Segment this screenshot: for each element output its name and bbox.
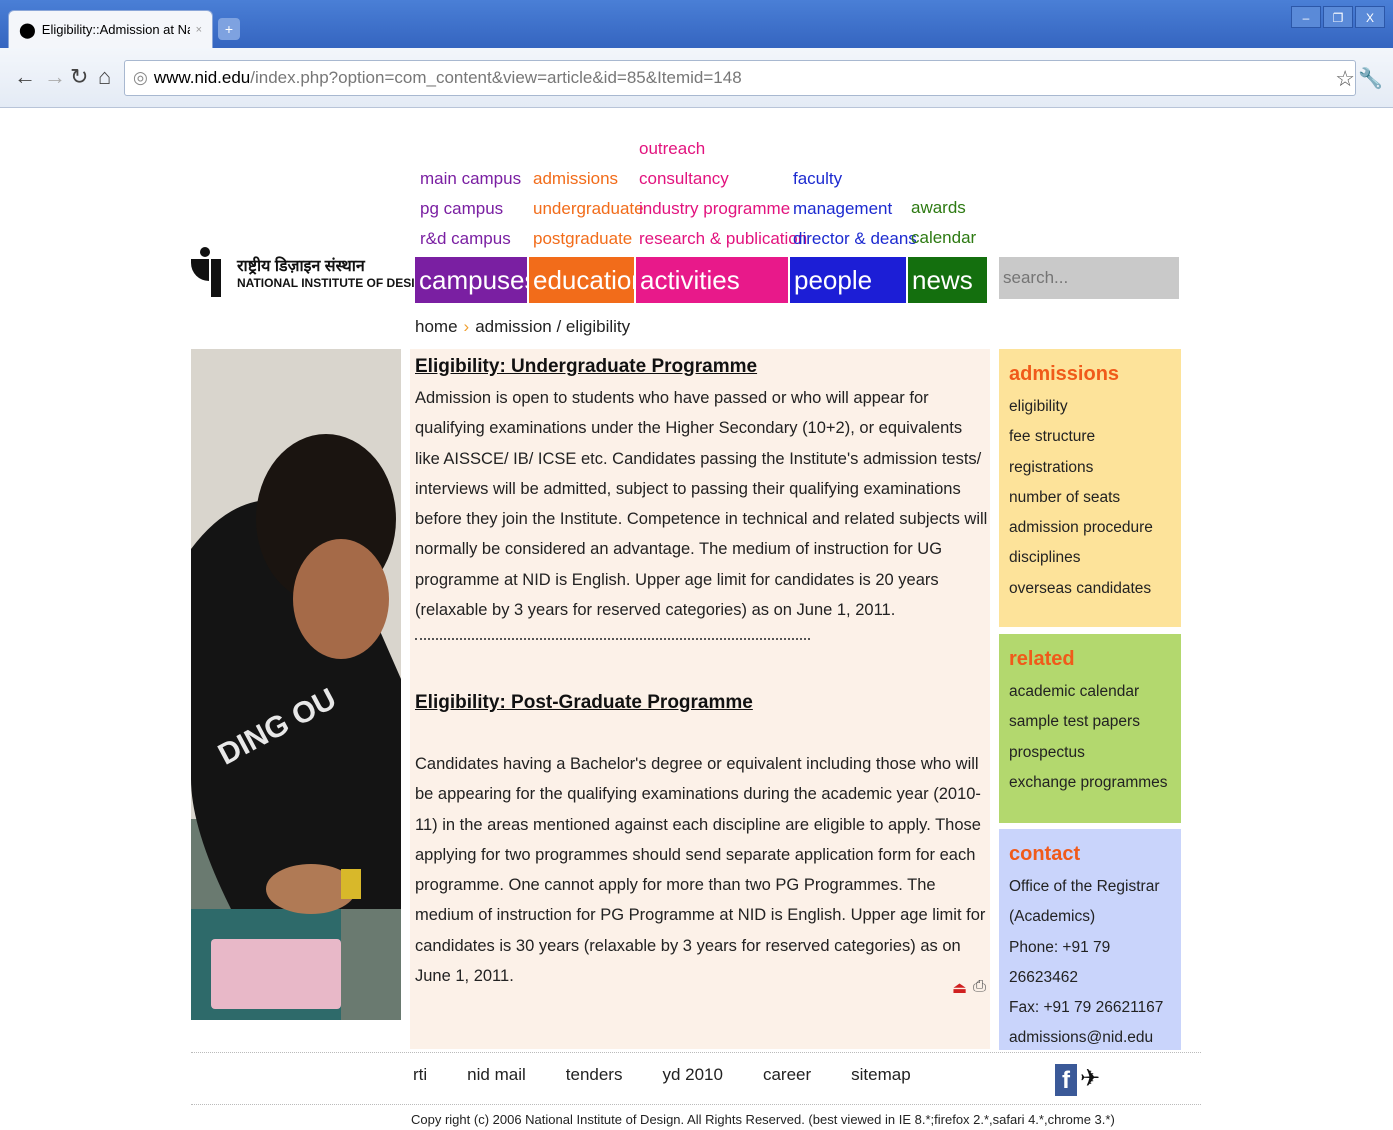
wrench-icon[interactable]: 🔧 [1358, 66, 1383, 91]
page-icon: ◎ [133, 68, 148, 87]
nav-people[interactable]: people [790, 257, 906, 303]
print-icon[interactable]: ⎙ [973, 978, 986, 998]
menu-outreach[interactable]: outreach [639, 134, 807, 164]
footer-tenders[interactable]: tenders [566, 1065, 623, 1085]
education-menu: admissions undergraduate postgraduate [533, 164, 644, 254]
related-title: related [1009, 648, 1075, 670]
breadcrumb-current: admission / eligibility [475, 317, 631, 336]
contact-phone: Phone: +91 79 26623462 [1009, 938, 1111, 986]
menu-faculty[interactable]: faculty [793, 164, 917, 194]
close-window-button[interactable]: X [1355, 6, 1385, 28]
link-registrations[interactable]: registrations [1009, 453, 1171, 483]
url-path: /index.php?option=com_content&view=artic… [250, 68, 742, 87]
footer-divider-bottom [191, 1104, 1201, 1105]
nav-education[interactable]: education [529, 257, 646, 303]
footer-yd2010[interactable]: yd 2010 [662, 1065, 723, 1085]
contact-office: Office of the Registrar [1009, 878, 1160, 895]
tab-close-icon[interactable]: × [196, 24, 202, 36]
nav-campuses[interactable]: campuses [415, 257, 538, 303]
minimize-button[interactable]: – [1291, 6, 1321, 28]
tab-title: Eligibility::Admission at Nati... [41, 22, 190, 37]
nav-activities[interactable]: activities [636, 257, 788, 303]
ug-paragraph: Admission is open to students who have p… [415, 389, 988, 620]
menu-awards[interactable]: awards [911, 193, 976, 223]
pg-heading[interactable]: Eligibility: Post-Graduate Programme [415, 692, 753, 714]
footer-sitemap[interactable]: sitemap [851, 1065, 911, 1085]
link-prospectus[interactable]: prospectus [1009, 738, 1171, 768]
forward-arrow-icon[interactable]: → [44, 64, 66, 90]
contact-fax: Fax: +91 79 26621167 [1009, 999, 1164, 1017]
student-photo: DING OU [191, 349, 401, 1020]
search-input[interactable] [999, 257, 1179, 299]
facebook-icon[interactable]: f [1055, 1064, 1077, 1096]
link-admission-procedure[interactable]: admission procedure [1009, 513, 1171, 543]
url-host: www.nid.edu [153, 68, 251, 87]
browser-toolbar: ← → ↻ ⌂ ◎ www.nid.edu/index.php?option=c… [0, 48, 1393, 108]
menu-pg-campus[interactable]: pg campus [420, 194, 521, 224]
link-sample-test-papers[interactable]: sample test papers [1009, 707, 1171, 737]
menu-director-deans[interactable]: director & deans [793, 224, 917, 254]
nid-logo[interactable]: राष्ट्रीय डिज़ाइन संस्थान NATIONAL INSTI… [191, 247, 433, 297]
admissions-box: admissions eligibility fee structure reg… [999, 349, 1181, 627]
menu-consultancy[interactable]: consultancy [639, 164, 807, 194]
new-tab-button[interactable]: + [218, 18, 240, 40]
footer-rti[interactable]: rti [413, 1065, 427, 1085]
menu-undergraduate[interactable]: undergraduate [533, 194, 644, 224]
back-arrow-icon[interactable]: ← [14, 64, 36, 90]
window-controls: – ❐ X [1291, 6, 1385, 28]
copyright-text: Copy right (c) 2006 National Institute o… [411, 1112, 1115, 1127]
student-photo-illustration: DING OU [191, 349, 401, 1020]
ug-heading[interactable]: Eligibility: Undergraduate Programme [415, 356, 757, 378]
pg-paragraph: Candidates having a Bachelor's degree or… [415, 755, 986, 986]
browser-tab[interactable]: ⬤ Eligibility::Admission at Nati... × [8, 10, 213, 48]
bookmark-star-icon[interactable]: ☆ [1335, 66, 1355, 92]
link-exchange-programmes[interactable]: exchange programmes [1009, 768, 1171, 798]
link-fee-structure[interactable]: fee structure [1009, 422, 1171, 452]
menu-rd-campus[interactable]: r&d campus [420, 224, 521, 254]
footer-nid-mail[interactable]: nid mail [467, 1065, 526, 1085]
activities-menu: outreach consultancy industry programme … [639, 134, 807, 254]
menu-research-publication[interactable]: research & publication [639, 224, 807, 254]
article-tools: ⏏ ⎙ [952, 978, 986, 998]
link-overseas-candidates[interactable]: overseas candidates [1009, 574, 1171, 604]
reload-icon[interactable]: ↻ [70, 64, 88, 90]
contact-box: contact Office of the Registrar (Academi… [999, 829, 1181, 1050]
breadcrumb-separator-icon: › [463, 317, 470, 336]
people-menu: faculty management director & deans [793, 164, 917, 254]
nid-logo-mark-icon [191, 247, 229, 297]
menu-main-campus[interactable]: main campus [420, 164, 521, 194]
news-menu: awards calendar [911, 193, 976, 253]
footer-divider-top [191, 1052, 1201, 1053]
restore-button[interactable]: ❐ [1323, 6, 1353, 28]
home-icon[interactable]: ⌂ [98, 64, 111, 90]
breadcrumb: home › admission / eligibility [415, 317, 630, 337]
link-disciplines[interactable]: disciplines [1009, 543, 1171, 573]
twitter-bird-icon[interactable]: ✈ [1080, 1064, 1100, 1093]
section-divider [415, 638, 810, 640]
link-eligibility[interactable]: eligibility [1009, 392, 1171, 422]
browser-tab-bar: ⬤ Eligibility::Admission at Nati... × + … [0, 0, 1393, 48]
menu-postgraduate[interactable]: postgraduate [533, 224, 644, 254]
menu-industry-programme[interactable]: industry programme [639, 194, 807, 224]
logo-english-text: NATIONAL INSTITUTE OF DESIGN [237, 276, 433, 290]
breadcrumb-home[interactable]: home [415, 317, 458, 337]
footer-links: rti nid mail tenders yd 2010 career site… [413, 1065, 951, 1085]
menu-admissions[interactable]: admissions [533, 164, 644, 194]
admissions-title: admissions [1009, 363, 1120, 385]
related-box: related academic calendar sample test pa… [999, 634, 1181, 823]
nid-favicon-icon: ⬤ [19, 21, 36, 39]
link-number-of-seats[interactable]: number of seats [1009, 483, 1171, 513]
logo-hindi-text: राष्ट्रीय डिज़ाइन संस्थान [237, 258, 365, 275]
contact-email[interactable]: admissions@nid.edu [1009, 1023, 1171, 1053]
pdf-icon[interactable]: ⏏ [952, 978, 967, 998]
contact-dept: (Academics) [1009, 908, 1096, 926]
footer-career[interactable]: career [763, 1065, 811, 1085]
menu-calendar[interactable]: calendar [911, 223, 976, 253]
address-bar[interactable]: ◎ www.nid.edu/index.php?option=com_conte… [124, 60, 1356, 96]
nav-news[interactable]: news [908, 257, 987, 303]
contact-title: contact [1009, 843, 1081, 865]
campuses-menu: main campus pg campus r&d campus [420, 164, 521, 254]
link-academic-calendar[interactable]: academic calendar [1009, 677, 1171, 707]
menu-management[interactable]: management [793, 194, 917, 224]
